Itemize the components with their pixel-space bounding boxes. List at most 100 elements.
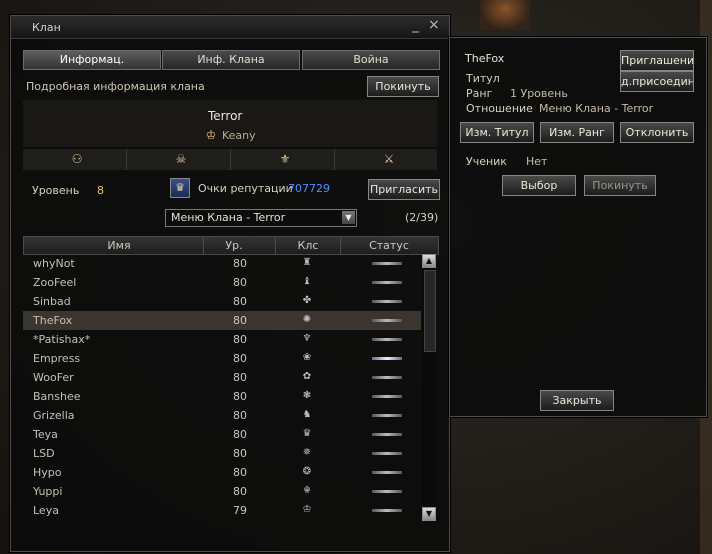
- title-label: Титул: [466, 72, 500, 85]
- member-name-cell: LSD: [33, 447, 55, 460]
- member-level-cell: 80: [233, 257, 247, 270]
- status-sword-icon: [372, 452, 402, 455]
- divider: [275, 237, 276, 254]
- member-level-cell: 80: [233, 466, 247, 479]
- class-icon: ✵: [302, 447, 312, 458]
- leave-clan-button[interactable]: Покинуть: [367, 76, 439, 97]
- clan-emblem-icon: ⚜: [279, 152, 291, 166]
- table-row[interactable]: TheFox 80 ✺: [23, 311, 421, 330]
- member-name-cell: Empress: [33, 352, 81, 365]
- class-icon: ❀: [302, 352, 312, 363]
- clan-header-panel: Terror ♔ Keany: [23, 100, 437, 147]
- join-button[interactable]: д.присоедине: [620, 71, 694, 92]
- table-row[interactable]: Sinbad 80 ✤: [23, 292, 421, 311]
- member-name-cell: ZooFeel: [33, 276, 77, 289]
- table-row[interactable]: Grizella 80 ♞: [23, 406, 421, 425]
- clan-icons-bar: ⚇ ☠ ⚜ ⚔: [23, 149, 437, 170]
- clan-name: Terror: [208, 109, 243, 123]
- class-icon: ✺: [302, 314, 312, 325]
- change-title-button[interactable]: Изм. Титул: [460, 122, 534, 143]
- table-row[interactable]: whyNot 80 ♜: [23, 254, 421, 273]
- table-row[interactable]: WooFer 80 ✿: [23, 368, 421, 387]
- status-sword-icon: [372, 338, 402, 341]
- tab-clan-info[interactable]: Инф. Клана: [162, 50, 300, 70]
- table-row[interactable]: *Patishax* 80 ♆: [23, 330, 421, 349]
- member-count: (2/39): [405, 211, 439, 224]
- members-scrollbar[interactable]: ▲ ▼: [422, 254, 436, 521]
- class-icon: ♝: [302, 276, 312, 287]
- status-sword-icon: [372, 319, 402, 322]
- status-sword-icon: [372, 300, 402, 303]
- status-sword-icon: [372, 376, 402, 379]
- close-button[interactable]: Закрыть: [540, 390, 614, 411]
- table-row[interactable]: Teya 80 ♛: [23, 425, 421, 444]
- member-level-cell: 80: [233, 390, 247, 403]
- student-label: Ученик: [466, 155, 507, 168]
- member-name-cell: WooFer: [33, 371, 74, 384]
- table-row[interactable]: LSD 80 ✵: [23, 444, 421, 463]
- rank-value: 1 Уровень: [510, 87, 568, 100]
- column-level[interactable]: Ур.: [214, 239, 254, 252]
- member-name-cell: *Patishax*: [33, 333, 91, 346]
- select-button[interactable]: Выбор: [502, 175, 576, 196]
- background-fire: [480, 0, 530, 30]
- class-icon: ❃: [302, 390, 312, 401]
- class-icon: ❂: [302, 466, 312, 477]
- clan-window-titlebar[interactable]: Клан _ ×: [11, 16, 449, 39]
- member-name-cell: Hypo: [33, 466, 62, 479]
- table-row[interactable]: ZooFeel 80 ♝: [23, 273, 421, 292]
- detail-info-label: Подробная информация клана: [26, 80, 205, 93]
- member-info-window: TheFox Приглашение д.присоедине Титул Ра…: [449, 37, 707, 417]
- divider: [340, 237, 341, 254]
- divider: [334, 149, 335, 170]
- member-level-cell: 80: [233, 333, 247, 346]
- table-row[interactable]: Yuppi 80 ☬: [23, 482, 421, 501]
- member-level-cell: 80: [233, 409, 247, 422]
- status-sword-icon: [372, 395, 402, 398]
- scroll-up-icon[interactable]: ▲: [422, 254, 436, 268]
- member-level-cell: 80: [233, 295, 247, 308]
- column-name[interactable]: Имя: [94, 239, 144, 252]
- member-level-cell: 80: [233, 314, 247, 327]
- member-level-cell: 80: [233, 371, 247, 384]
- reputation-value: 707729: [288, 182, 330, 195]
- class-icon: ✤: [302, 295, 312, 306]
- tab-war[interactable]: Война: [302, 50, 440, 70]
- members-list: whyNot 80 ♜ ZooFeel 80 ♝ Sinbad 80 ✤ TheFox 80 ✺ *Pa…: [23, 254, 421, 520]
- close-icon[interactable]: ×: [428, 17, 440, 33]
- scroll-thumb[interactable]: [424, 270, 436, 352]
- member-name-cell: whyNot: [33, 257, 75, 270]
- clan-crest-icon: ♛: [170, 178, 190, 198]
- relation-label: Отношение: [466, 102, 533, 115]
- level-label: Уровень: [32, 184, 80, 197]
- clan-window: Клан _ × Информац. Инф. Клана Война Подр…: [10, 15, 450, 552]
- change-rank-button[interactable]: Изм. Ранг: [540, 122, 614, 143]
- table-row[interactable]: Leya 79 ♔: [23, 501, 421, 520]
- column-class[interactable]: Клс: [288, 239, 328, 252]
- leave-button[interactable]: Покинуть: [584, 175, 656, 196]
- member-level-cell: 79: [233, 504, 247, 517]
- tab-info[interactable]: Информац.: [23, 50, 161, 70]
- crown-icon: ♔: [205, 128, 217, 142]
- divider: [230, 149, 231, 170]
- clan-menu-select[interactable]: Меню Клана - Terror ▼: [165, 209, 357, 227]
- class-icon: ♞: [302, 409, 312, 420]
- crossed-swords-icon: ⚔: [383, 152, 395, 166]
- class-icon: ♛: [302, 428, 312, 439]
- table-row[interactable]: Banshee 80 ❃: [23, 387, 421, 406]
- reputation-label: Очки репутации: [198, 182, 293, 195]
- member-level-cell: 80: [233, 352, 247, 365]
- minimize-icon[interactable]: _: [412, 17, 419, 33]
- invitation-button[interactable]: Приглашение: [620, 50, 694, 71]
- dismiss-button[interactable]: Отклонить: [620, 122, 694, 143]
- table-row[interactable]: Empress 80 ❀: [23, 349, 421, 368]
- clan-leader-name: Keany: [222, 129, 256, 142]
- chevron-down-icon[interactable]: ▼: [342, 211, 355, 224]
- column-status[interactable]: Статус: [354, 239, 424, 252]
- status-sword-icon: [372, 490, 402, 493]
- status-sword-icon: [372, 281, 402, 284]
- table-row[interactable]: Hypo 80 ❂: [23, 463, 421, 482]
- status-sword-icon: [372, 471, 402, 474]
- invite-button[interactable]: Пригласить: [368, 179, 440, 200]
- scroll-down-icon[interactable]: ▼: [422, 507, 436, 521]
